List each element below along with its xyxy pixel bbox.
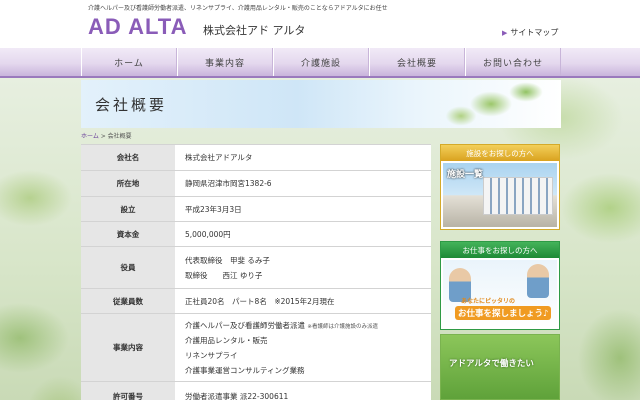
page-title: 会社概要 (95, 96, 168, 114)
table-row: 許可番号 労働者派遣事業 派22-300611 (81, 382, 431, 400)
table-row: 役員 代表取締役 甲斐 るみ子 取締役 西江 ゆり子 (81, 247, 431, 289)
nav-company[interactable]: 会社概要 (369, 48, 465, 76)
staff-photo: あなたにピッタリの お仕事を探しましょう♪ (443, 260, 557, 328)
table-row: 事業内容 介護ヘルパー及び看護師労働者派遣 ※看護師は介護施設のみ派遣 介護用品… (81, 314, 431, 382)
sitemap-link[interactable]: ▶ サイトマップ (502, 27, 558, 38)
table-row: 所在地 静岡県沼津市岡宮1382-6 (81, 171, 431, 197)
work-banner-text: アドアルタで働きたい (449, 359, 534, 369)
building-photo: 施設一覧 (443, 163, 557, 227)
header-tagline: 介護ヘルパー及び看護師労働者派遣、リネンサプライ、介護用品レンタル・販売のことな… (88, 5, 388, 12)
nav-contact[interactable]: お問い合わせ (465, 48, 561, 76)
site-logo[interactable]: AD ALTA (88, 14, 187, 40)
table-row: 会社名 株式会社アドアルタ (81, 145, 431, 171)
breadcrumb: ホーム > 会社概要 (81, 133, 132, 140)
main-nav: ホーム 事業内容 介護施設 会社概要 お問い合わせ (0, 48, 640, 78)
job-banner[interactable]: お仕事をお探しの方へ あなたにピッタリの お仕事を探しましょう♪ (440, 241, 560, 330)
company-name: 株式会社アド アルタ (203, 24, 306, 37)
page-header: 会社概要 (81, 80, 561, 128)
nav-home[interactable]: ホーム (81, 48, 177, 76)
person-icon (527, 264, 549, 298)
facility-banner-head: 施設をお探しの方へ (441, 145, 559, 161)
header: 介護ヘルパー及び看護師労働者派遣、リネンサプライ、介護用品レンタル・販売のことな… (0, 0, 640, 48)
breadcrumb-home[interactable]: ホーム (81, 133, 99, 140)
company-info-table: 会社名 株式会社アドアルタ 所在地 静岡県沼津市岡宮1382-6 設立 平成23… (81, 144, 431, 400)
job-banner-head: お仕事をお探しの方へ (441, 242, 559, 258)
work-banner[interactable]: アドアルタで働きたい (440, 334, 560, 400)
nav-business[interactable]: 事業内容 (177, 48, 273, 76)
breadcrumb-current: 会社概要 (107, 133, 132, 140)
facility-list-label: 施設一覧 (447, 170, 484, 180)
table-row: 設立 平成23年3月3日 (81, 197, 431, 222)
leaf-decoration (431, 80, 551, 128)
nav-facilities[interactable]: 介護施設 (273, 48, 369, 76)
facility-banner[interactable]: 施設をお探しの方へ 施設一覧 (440, 144, 560, 230)
table-row: 資本金 5,000,000円 (81, 222, 431, 247)
building-icon (483, 177, 553, 215)
table-row: 従業員数 正社員20名 パート8名 ※2015年2月現在 (81, 289, 431, 314)
arrow-right-icon: ▶ (502, 29, 508, 37)
